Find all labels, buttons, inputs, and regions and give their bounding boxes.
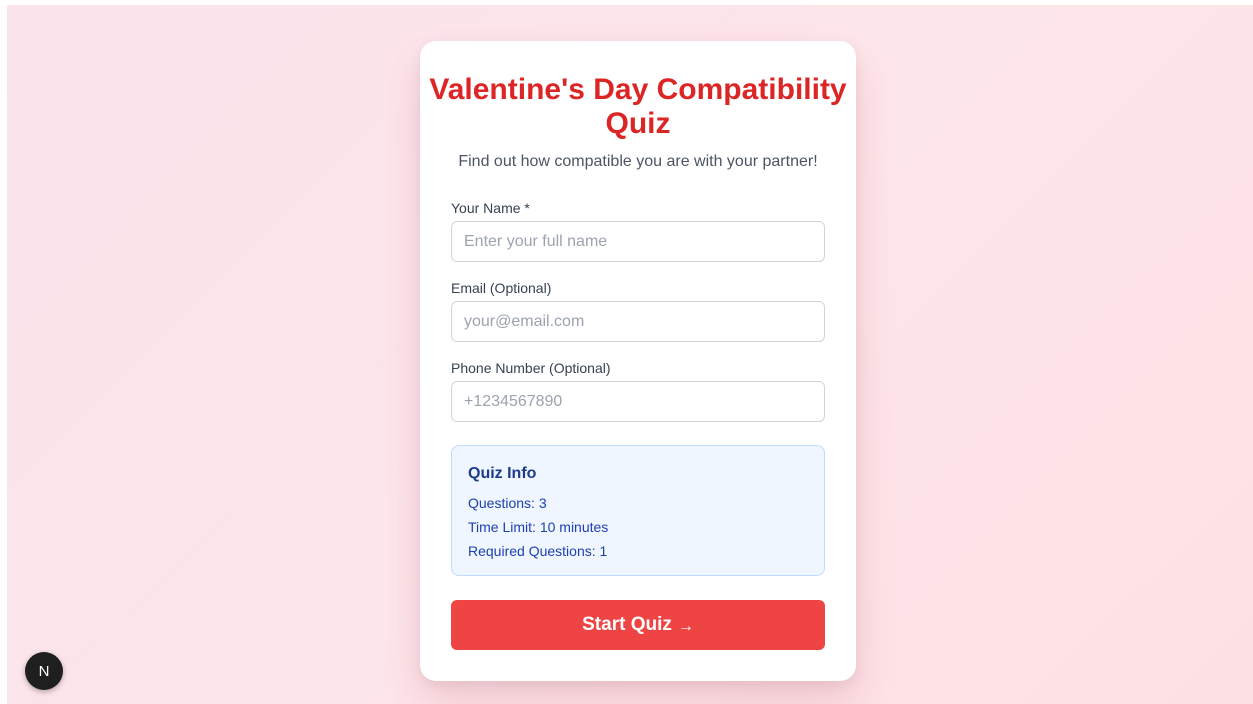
start-quiz-button[interactable]: Start Quiz → — [451, 600, 825, 650]
quiz-card: Valentine's Day Compatibility Quiz Find … — [420, 41, 856, 681]
page-subtitle: Find out how compatible you are with you… — [458, 153, 818, 170]
phone-label: Phone Number (Optional) — [451, 360, 611, 376]
email-label: Email (Optional) — [451, 280, 552, 296]
email-input[interactable] — [451, 301, 825, 342]
start-quiz-label: Start Quiz — [582, 614, 672, 635]
quiz-info-title: Quiz Info — [468, 465, 537, 482]
arrow-right-icon: → — [677, 618, 694, 635]
name-input[interactable] — [451, 221, 825, 262]
svg-text:N: N — [39, 663, 50, 680]
quiz-info-time-limit: Time Limit: 10 minutes — [468, 519, 609, 535]
page-background: Valentine's Day Compatibility Quiz Find … — [7, 5, 1253, 704]
quiz-info-box: Quiz Info Questions: 3 Time Limit: 10 mi… — [451, 445, 825, 576]
nextjs-dev-badge[interactable]: N — [25, 652, 63, 690]
quiz-info-questions: Questions: 3 — [468, 495, 547, 511]
name-label: Your Name * — [451, 200, 530, 216]
phone-input[interactable] — [451, 381, 825, 422]
quiz-info-required: Required Questions: 1 — [468, 543, 608, 559]
nextjs-logo-icon: N — [39, 663, 50, 680]
page-title: Valentine's Day Compatibility Quiz — [429, 73, 847, 140]
